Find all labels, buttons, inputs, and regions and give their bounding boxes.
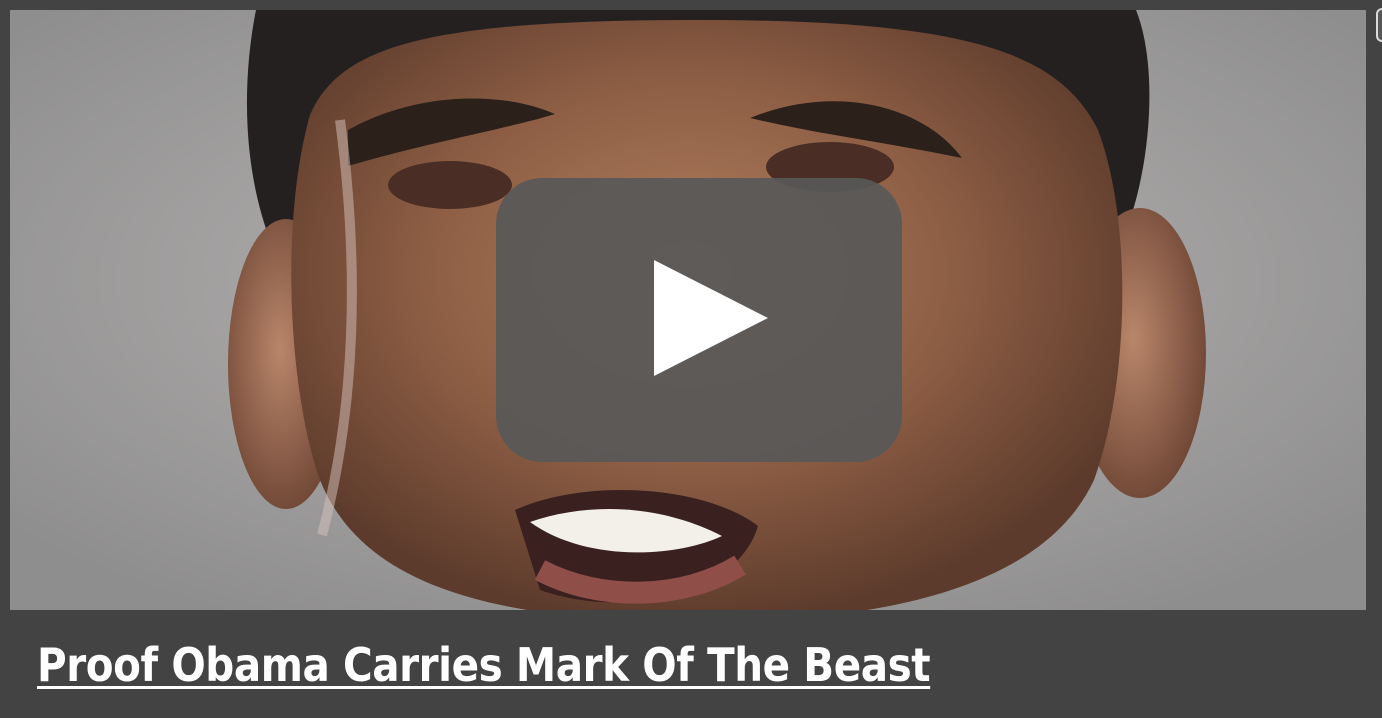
video-thumbnail[interactable] — [10, 10, 1366, 610]
corner-handle — [1376, 8, 1382, 42]
video-card: Proof Obama Carries Mark Of The Beast — [0, 0, 1382, 718]
play-button[interactable] — [496, 178, 902, 462]
play-icon — [654, 260, 768, 376]
video-title-link[interactable]: Proof Obama Carries Mark Of The Beast — [37, 640, 931, 691]
